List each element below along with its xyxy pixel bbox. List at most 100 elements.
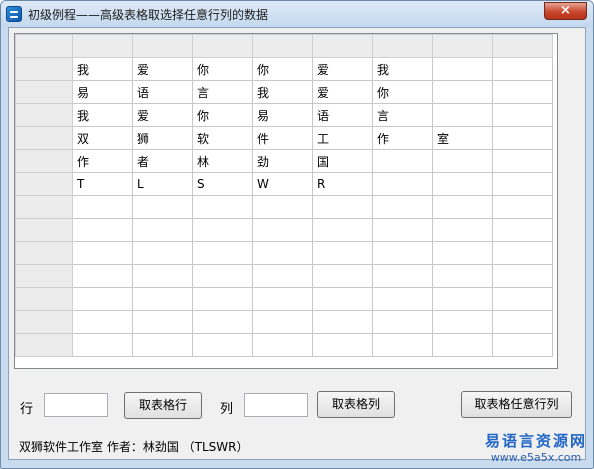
table-cell[interactable]: [192, 310, 253, 334]
table-cell[interactable]: [312, 264, 373, 288]
row-header[interactable]: [15, 126, 73, 150]
table-cell[interactable]: [432, 333, 493, 357]
table-cell[interactable]: 软: [192, 126, 253, 150]
row-header[interactable]: [15, 149, 73, 173]
table-cell[interactable]: [312, 333, 373, 357]
table-cell[interactable]: 易: [72, 80, 133, 104]
table-cell[interactable]: [72, 195, 133, 219]
table-cell[interactable]: W: [252, 172, 313, 196]
table-cell[interactable]: 言: [192, 80, 253, 104]
table-cell[interactable]: [72, 218, 133, 242]
table-cell[interactable]: [372, 264, 433, 288]
table-cell[interactable]: [372, 195, 433, 219]
table-cell[interactable]: [432, 172, 493, 196]
table-cell[interactable]: [372, 172, 433, 196]
table-cell[interactable]: 你: [372, 80, 433, 104]
table-cell[interactable]: [132, 264, 193, 288]
table-row[interactable]: [15, 241, 553, 265]
table-cell[interactable]: [252, 218, 313, 242]
table-cell[interactable]: [492, 310, 553, 334]
column-header[interactable]: [372, 34, 433, 58]
row-header[interactable]: [15, 172, 73, 196]
row-header[interactable]: [15, 333, 73, 357]
table-cell[interactable]: [492, 103, 553, 127]
row-input[interactable]: [44, 393, 108, 417]
table-cell[interactable]: [72, 264, 133, 288]
col-input[interactable]: [244, 393, 308, 417]
table-cell[interactable]: 爱: [312, 57, 373, 81]
table-cell[interactable]: [432, 264, 493, 288]
column-header[interactable]: [72, 34, 133, 58]
table-cell[interactable]: [132, 310, 193, 334]
table-cell[interactable]: [372, 149, 433, 173]
table-cell[interactable]: [492, 57, 553, 81]
table-cell[interactable]: [192, 287, 253, 311]
table-cell[interactable]: [372, 310, 433, 334]
table-cell[interactable]: 我: [72, 103, 133, 127]
table-cell[interactable]: [432, 218, 493, 242]
table-cell[interactable]: [312, 218, 373, 242]
table-cell[interactable]: [492, 264, 553, 288]
table-cell[interactable]: 语: [132, 80, 193, 104]
table-row[interactable]: [15, 195, 553, 219]
row-header[interactable]: [15, 287, 73, 311]
table-cell[interactable]: [132, 195, 193, 219]
table-row[interactable]: 双狮软件工作室: [15, 126, 553, 150]
row-header[interactable]: [15, 103, 73, 127]
table-cell[interactable]: [432, 103, 493, 127]
advanced-table[interactable]: 我爱你你爱我易语言我爱你我爱你易语言双狮软件工作室作者林劲国TLSWR: [14, 33, 558, 369]
table-cell[interactable]: S: [192, 172, 253, 196]
table-cell[interactable]: [432, 287, 493, 311]
table-cell[interactable]: [432, 80, 493, 104]
table-row[interactable]: [15, 333, 553, 357]
table-row[interactable]: [15, 218, 553, 242]
column-header[interactable]: [492, 34, 553, 58]
table-cell[interactable]: [252, 333, 313, 357]
table-cell[interactable]: [432, 149, 493, 173]
table-cell[interactable]: [72, 310, 133, 334]
get-any-row-col-button[interactable]: 取表格任意行列: [461, 391, 572, 418]
table-cell[interactable]: 易: [252, 103, 313, 127]
table-cell[interactable]: [312, 241, 373, 265]
table-row[interactable]: 易语言我爱你: [15, 80, 553, 104]
table-cell[interactable]: [192, 241, 253, 265]
table-cell[interactable]: [132, 241, 193, 265]
row-header[interactable]: [15, 310, 73, 334]
table-cell[interactable]: [72, 241, 133, 265]
get-row-button[interactable]: 取表格行: [124, 392, 202, 419]
table-cell[interactable]: [492, 80, 553, 104]
table-cell[interactable]: 作: [372, 126, 433, 150]
table-cell[interactable]: [372, 241, 433, 265]
table-cell[interactable]: [72, 287, 133, 311]
table-cell[interactable]: [252, 310, 313, 334]
table-cell[interactable]: [192, 264, 253, 288]
title-bar[interactable]: 初级例程——高级表格取选择任意行列的数据 ×: [1, 1, 593, 27]
table-cell[interactable]: 双: [72, 126, 133, 150]
table-cell[interactable]: [492, 287, 553, 311]
table-cell[interactable]: 我: [72, 57, 133, 81]
table-cell[interactable]: R: [312, 172, 373, 196]
table-cell[interactable]: 件: [252, 126, 313, 150]
row-header[interactable]: [15, 218, 73, 242]
table-cell[interactable]: [432, 195, 493, 219]
table-cell[interactable]: 爱: [312, 80, 373, 104]
table-cell[interactable]: 室: [432, 126, 493, 150]
column-header[interactable]: [132, 34, 193, 58]
table-cell[interactable]: 劲: [252, 149, 313, 173]
table-cell[interactable]: 你: [252, 57, 313, 81]
table-cell[interactable]: [432, 241, 493, 265]
row-header[interactable]: [15, 241, 73, 265]
table-cell[interactable]: [492, 172, 553, 196]
column-header[interactable]: [252, 34, 313, 58]
table-cell[interactable]: 语: [312, 103, 373, 127]
table-cell[interactable]: 言: [372, 103, 433, 127]
table-cell[interactable]: [252, 241, 313, 265]
table-cell[interactable]: [432, 57, 493, 81]
table-cell[interactable]: [132, 218, 193, 242]
table-cell[interactable]: [252, 264, 313, 288]
close-button[interactable]: ×: [544, 2, 587, 20]
table-cell[interactable]: [72, 333, 133, 357]
table-cell[interactable]: [492, 333, 553, 357]
table-cell[interactable]: [492, 241, 553, 265]
table-cell[interactable]: L: [132, 172, 193, 196]
